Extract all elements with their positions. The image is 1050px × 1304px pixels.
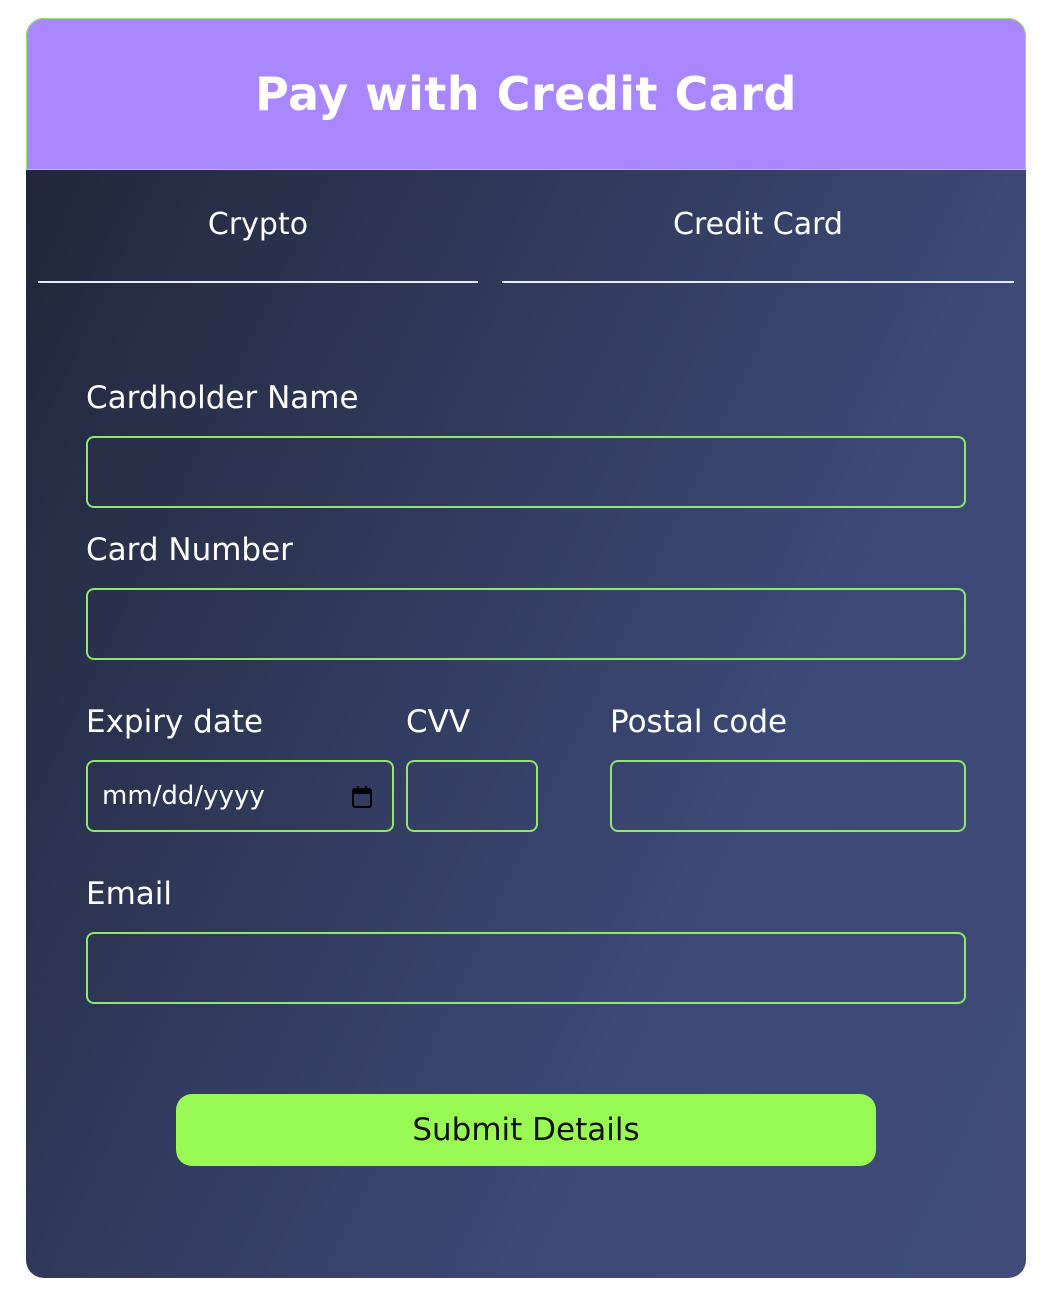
card-number-label: Card Number (86, 532, 293, 568)
payment-card: Pay with Credit Card Crypto Credit Card … (26, 18, 1026, 1278)
tab-credit-card[interactable]: Credit Card (502, 171, 1014, 283)
calendar-icon[interactable] (352, 786, 372, 808)
expiry-date-input[interactable]: mm/dd/yyyy (86, 760, 394, 832)
expiry-date-value: mm/dd/yyyy (102, 781, 265, 811)
cardholder-name-label: Cardholder Name (86, 380, 359, 416)
page-title: Pay with Credit Card (255, 67, 797, 121)
postal-code-label: Postal code (610, 704, 788, 740)
email-label: Email (86, 876, 173, 912)
card-number-input[interactable] (86, 588, 966, 660)
submit-details-button[interactable]: Submit Details (176, 1094, 876, 1166)
tab-crypto[interactable]: Crypto (38, 171, 478, 283)
expiry-date-label: Expiry date (86, 704, 264, 740)
cvv-label: CVV (406, 704, 471, 740)
card-header: Pay with Credit Card (26, 18, 1026, 170)
cvv-input[interactable] (406, 760, 538, 832)
email-input[interactable] (86, 932, 966, 1004)
cardholder-name-input[interactable] (86, 436, 966, 508)
postal-code-input[interactable] (610, 760, 966, 832)
